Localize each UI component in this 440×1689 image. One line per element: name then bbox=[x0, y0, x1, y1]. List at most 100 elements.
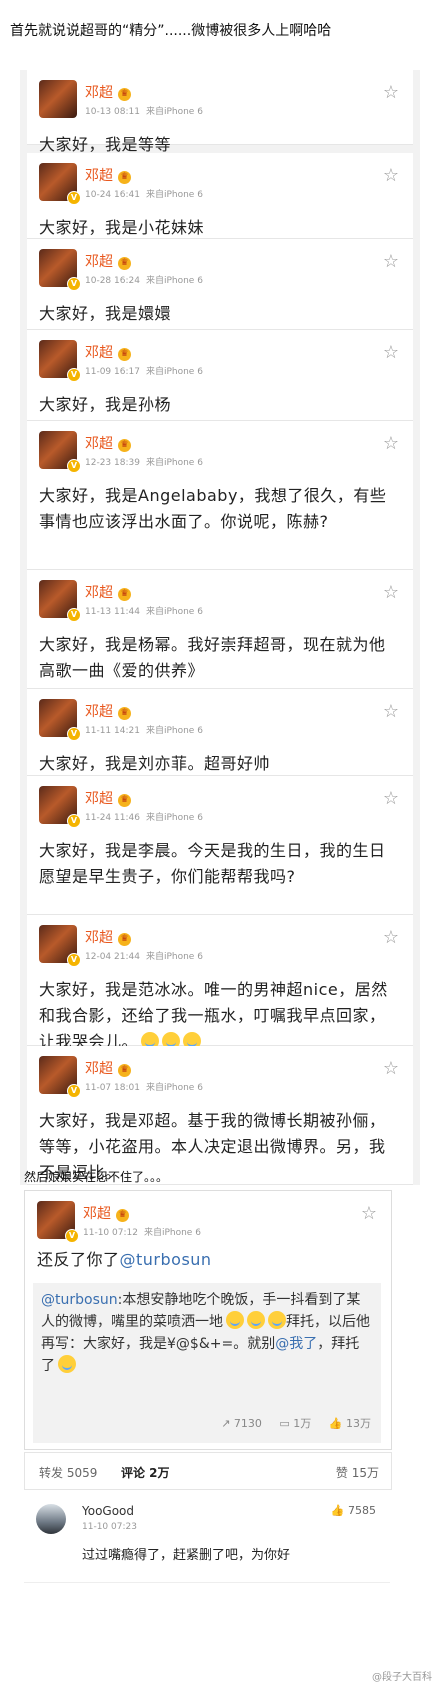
author-name[interactable]: 邓超 ♛ bbox=[83, 1203, 129, 1223]
star-icon[interactable]: ☆ bbox=[383, 435, 399, 453]
likes-tab[interactable]: 赞 15万 bbox=[336, 1464, 379, 1481]
grin-emoji-icon bbox=[268, 1311, 286, 1329]
mention-link[interactable]: @turbosun bbox=[120, 1250, 212, 1269]
repost-card: V 邓超 ♛ 11-10 07:12 来自iPhone 6 ☆ 还反了你了@turb… bbox=[24, 1190, 392, 1450]
post-meta: 12-23 18:39 来自iPhone 6 bbox=[85, 458, 203, 468]
author-name[interactable]: 邓超 ♛ bbox=[85, 582, 131, 602]
star-icon[interactable]: ☆ bbox=[383, 703, 399, 721]
post-meta: 10-24 16:41 来自iPhone 6 bbox=[85, 190, 203, 200]
comment-author[interactable]: YooGood bbox=[82, 1504, 134, 1518]
crown-icon: ♛ bbox=[118, 707, 131, 720]
weibo-post: V 邓超 ♛ 10-28 16:24 来自iPhone 6 ☆ 大家好，我是嬛嬛 bbox=[27, 239, 413, 330]
avatar[interactable]: V bbox=[39, 925, 81, 967]
author-name[interactable]: 邓超 ♛ bbox=[85, 1058, 131, 1078]
post-meta: 11-24 11:46 来自iPhone 6 bbox=[85, 813, 203, 823]
avatar[interactable] bbox=[39, 80, 77, 118]
post-meta: 12-04 21:44 来自iPhone 6 bbox=[85, 952, 203, 962]
author-name[interactable]: 邓超 ♛ bbox=[85, 165, 131, 185]
avatar[interactable]: V bbox=[39, 249, 81, 291]
weibo-post: V 邓超 ♛ 10-24 16:41 来自iPhone 6 ☆ 大家好，我是小花妹妹 bbox=[27, 153, 413, 239]
star-icon[interactable]: ☆ bbox=[383, 344, 399, 362]
weibo-feed: 邓超 ♛ 10-13 08:11 来自iPhone 6 ☆ 大家好，我是等等 V 邓… bbox=[20, 70, 420, 1185]
post-meta: 10-13 08:11 来自iPhone 6 bbox=[85, 107, 203, 117]
star-icon[interactable]: ☆ bbox=[383, 1060, 399, 1078]
author-name[interactable]: 邓超 ♛ bbox=[85, 701, 131, 721]
crown-icon: ♛ bbox=[118, 1064, 131, 1077]
verified-icon: V bbox=[67, 608, 81, 622]
post-meta: 11-10 07:12 来自iPhone 6 bbox=[83, 1228, 201, 1238]
weibo-post: V 邓超 ♛ 12-04 21:44 来自iPhone 6 ☆ 大家好，我是范冰冰。… bbox=[27, 915, 413, 1051]
verified-icon: V bbox=[67, 1084, 81, 1098]
post-meta: 11-13 11:44 来自iPhone 6 bbox=[85, 607, 203, 617]
avatar[interactable]: V bbox=[39, 786, 81, 828]
crown-icon: ♛ bbox=[118, 439, 131, 452]
section-caption: 然后娘娘实在忍不住了。。。 bbox=[24, 1170, 169, 1184]
mention-link[interactable]: @我了 bbox=[275, 1336, 317, 1352]
weibo-post: V 邓超 ♛ 12-23 18:39 来自iPhone 6 ☆ 大家好，我是Ange… bbox=[27, 421, 413, 570]
reposts-tab[interactable]: 转发 5059 bbox=[39, 1464, 97, 1481]
avatar[interactable]: V bbox=[39, 1056, 81, 1098]
avatar[interactable]: V bbox=[39, 580, 81, 622]
verified-icon: V bbox=[67, 191, 81, 205]
thumbs-up-icon: 👍 bbox=[330, 1504, 348, 1517]
weibo-post: V 邓超 ♛ 11-24 11:46 来自iPhone 6 ☆ 大家好，我是李晨。今… bbox=[27, 776, 413, 915]
caption: 首先就说说超哥的“精分”......微博被很多人上啊哈哈 bbox=[10, 23, 332, 39]
star-icon[interactable]: ☆ bbox=[383, 84, 399, 102]
verified-icon: V bbox=[65, 1229, 79, 1243]
verified-icon: V bbox=[67, 277, 81, 291]
author-name[interactable]: 邓超 ♛ bbox=[85, 82, 131, 102]
comment-like[interactable]: 👍 7585 bbox=[331, 1504, 376, 1517]
star-icon[interactable]: ☆ bbox=[383, 790, 399, 808]
star-icon[interactable]: ☆ bbox=[383, 167, 399, 185]
verified-icon: V bbox=[67, 727, 81, 741]
avatar[interactable]: V bbox=[37, 1201, 79, 1243]
author-name[interactable]: 邓超 ♛ bbox=[85, 251, 131, 271]
crown-icon: ♛ bbox=[118, 257, 131, 270]
crown-icon: ♛ bbox=[118, 88, 131, 101]
avatar[interactable]: V bbox=[39, 699, 81, 741]
star-icon[interactable]: ☆ bbox=[361, 1205, 377, 1223]
watermark: @段子大百科 bbox=[372, 1672, 432, 1683]
mention-link[interactable]: @turbosun bbox=[41, 1292, 118, 1308]
post-meta: 10-28 16:24 来自iPhone 6 bbox=[85, 276, 203, 286]
quote-actions: ↗ 7130 ▭ 1万 👍 13万 bbox=[207, 1413, 371, 1435]
author-name[interactable]: 邓超 ♛ bbox=[85, 788, 131, 808]
quoted-post[interactable]: @turbosun:本想安静地吃个晚饭，手一抖看到了某人的微博，嘴里的菜喷洒一地… bbox=[33, 1283, 381, 1443]
comment-action[interactable]: ▭ 1万 bbox=[279, 1417, 311, 1430]
comment-item: YooGood 11-10 07:23 👍 7585 过过嘴瘾得了，赶紧删了吧，… bbox=[24, 1492, 390, 1583]
author-name[interactable]: 邓超 ♛ bbox=[85, 342, 131, 362]
crown-icon: ♛ bbox=[118, 794, 131, 807]
avatar[interactable]: V bbox=[39, 163, 81, 205]
comment-date: 11-10 07:23 bbox=[82, 1522, 137, 1532]
avatar[interactable] bbox=[36, 1504, 66, 1534]
weibo-post: V 邓超 ♛ 11-13 11:44 来自iPhone 6 ☆ 大家好，我是杨幂。我… bbox=[27, 570, 413, 689]
grin-emoji-icon bbox=[226, 1311, 244, 1329]
crown-icon: ♛ bbox=[118, 171, 131, 184]
comments-tab[interactable]: 评论 2万 bbox=[121, 1464, 170, 1481]
star-icon[interactable]: ☆ bbox=[383, 584, 399, 602]
weibo-post: V 邓超 ♛ 11-11 14:21 来自iPhone 6 ☆ 大家好，我是刘亦菲。… bbox=[27, 689, 413, 776]
weibo-post: 邓超 ♛ 10-13 08:11 来自iPhone 6 ☆ 大家好，我是等等 bbox=[27, 70, 413, 154]
verified-icon: V bbox=[67, 953, 81, 967]
weibo-post: V 邓超 ♛ 11-07 18:01 来自iPhone 6 ☆ 大家好，我是邓超。基… bbox=[27, 1046, 413, 1185]
post-meta: 11-09 16:17 来自iPhone 6 bbox=[85, 367, 203, 377]
comment-text: 过过嘴瘾得了，赶紧删了吧，为你好 bbox=[82, 1548, 291, 1563]
stats-bar: 转发 5059 评论 2万 赞 15万 bbox=[24, 1452, 392, 1490]
star-icon[interactable]: ☆ bbox=[383, 253, 399, 271]
post-meta: 11-07 18:01 来自iPhone 6 bbox=[85, 1083, 203, 1093]
repost-action[interactable]: ↗ 7130 bbox=[221, 1417, 262, 1430]
weibo-post: V 邓超 ♛ 11-09 16:17 来自iPhone 6 ☆ 大家好，我是孙杨 bbox=[27, 330, 413, 421]
author-name[interactable]: 邓超 ♛ bbox=[85, 927, 131, 947]
avatar[interactable]: V bbox=[39, 340, 81, 382]
verified-icon: V bbox=[67, 459, 81, 473]
star-icon[interactable]: ☆ bbox=[383, 929, 399, 947]
handshake-emoji-icon bbox=[58, 1355, 76, 1373]
author-name[interactable]: 邓超 ♛ bbox=[85, 433, 131, 453]
crown-icon: ♛ bbox=[118, 933, 131, 946]
verified-icon: V bbox=[67, 814, 81, 828]
like-action[interactable]: 👍 13万 bbox=[329, 1417, 371, 1430]
avatar[interactable]: V bbox=[39, 431, 81, 473]
verified-icon: V bbox=[67, 368, 81, 382]
post-meta: 11-11 14:21 来自iPhone 6 bbox=[85, 726, 203, 736]
post-text: 还反了你了@turbosun bbox=[37, 1250, 212, 1269]
